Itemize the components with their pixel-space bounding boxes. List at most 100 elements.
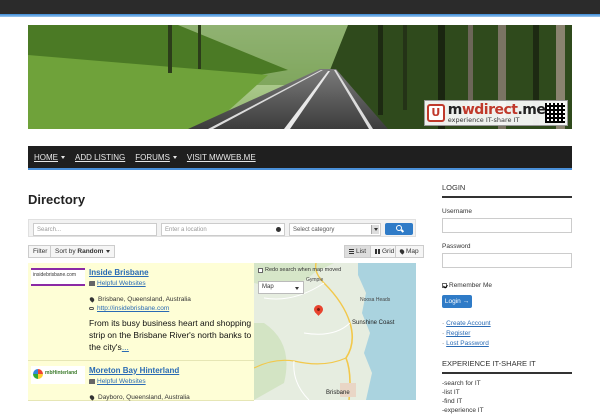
experience-item: -list IT [442,389,460,396]
thumbnail-text: insidebrisbane.com [33,272,77,278]
listing-thumbnail[interactable]: mbHinterland [31,366,85,384]
location-input-placeholder: Enter a location [165,227,207,233]
sort-by-dropdown[interactable]: Sort by Random [50,245,116,258]
category-select[interactable]: Select category [289,223,381,236]
sort-by-prefix: Sort by [55,248,78,255]
username-input[interactable] [442,218,572,233]
navbar-accent-line [28,168,572,170]
listing-category-link[interactable]: Helpful Websites [89,378,254,385]
logo-ring-icon [33,369,43,379]
redo-search-checkbox[interactable]: Redo search when map moved [258,267,341,273]
listing-title-link[interactable]: Moreton Bay Hinterland [89,366,254,375]
folder-icon [89,379,95,384]
password-label: Password [442,243,471,250]
nav-item-add-listing-label: ADD LISTING [75,152,126,162]
nav-item-visit-mwweb[interactable]: VISIT MWWEB.ME [187,153,256,162]
view-map-button[interactable]: Map [395,245,424,258]
qr-code-icon [545,103,565,123]
category-select-value: Select category [293,227,335,233]
read-more-link[interactable]: ... [122,342,129,352]
site-logo[interactable]: U mwdirect.me experience IT-share IT [424,100,568,126]
view-map-label: Map [406,248,419,255]
experience-item: -experience IT [442,407,484,414]
map-label-brisbane: Brisbane [326,390,350,396]
locate-me-icon[interactable] [276,227,281,232]
logo-mark-icon: U [427,104,445,122]
create-account-link[interactable]: Create Account [442,320,572,327]
thumbnail-text: mbHinterland [45,370,78,376]
header-banner-image: U mwdirect.me experience IT-share IT [28,25,572,129]
nav-item-visit-mwweb-label: VISIT MWWEB.ME [186,152,256,162]
caret-down-icon [61,155,65,159]
listing-category-label: Helpful Websites [97,378,146,385]
checkbox-icon [258,267,263,273]
checkbox-checked-icon [442,283,447,288]
sidebar: LOGIN Username Password Remember Me Logi… [442,183,572,414]
search-button[interactable] [385,223,413,235]
grid-icon [375,248,380,254]
map-type-dropdown[interactable]: Map [258,281,304,294]
view-list-label: List [356,248,367,255]
search-bar: Search... Enter a location Select catego… [28,219,416,237]
map-label-sunshine-coast: Sunshine Coast [352,320,395,326]
listing-title-link[interactable]: Inside Brisbane [89,268,254,277]
logo-name-part-3: .me [517,101,546,118]
remember-me-checkbox[interactable]: Remember Me [442,282,572,289]
list-item: insidebrisbane.com Inside Brisbane Helpf… [28,263,254,361]
experience-item: -find IT [442,398,463,405]
listing-body: Inside Brisbane Helpful Websites Brisban… [88,268,254,353]
caret-down-icon [295,287,299,290]
map-type-label: Map [262,284,274,290]
logo-name: mwdirect.me [448,103,546,117]
location-input[interactable]: Enter a location [161,223,285,236]
login-heading: LOGIN [442,183,572,198]
main-navbar: HOME ADD LISTING FORUMS VISIT MWWEB.ME [28,146,572,168]
redo-search-label: Redo search when map moved [265,267,342,273]
listing-address: Brisbane, Queensland, Australia [88,296,254,303]
listing-description-text: From its busy business heart and shoppin… [89,318,252,352]
logo-text: mwdirect.me experience IT-share IT [448,103,546,124]
search-icon [396,225,402,231]
username-label: Username [442,208,472,215]
link-icon [89,307,94,310]
listing-category-label: Helpful Websites [97,280,146,287]
filter-button[interactable]: Filter [28,245,53,258]
listing-results: insidebrisbane.com Inside Brisbane Helpf… [28,263,254,401]
map-marker-icon [88,296,96,303]
map-label-gympie: Gympie [306,277,324,283]
password-input[interactable] [442,253,572,268]
experience-it-heading: EXPERIENCE IT-SHARE IT [442,359,572,374]
experience-item: -search for IT [442,380,481,387]
listing-category-link[interactable]: Helpful Websites [89,280,254,287]
folder-icon [89,281,95,286]
nav-item-forums-label: FORUMS [135,152,170,162]
map-label-noosa: Noosa Heads [360,297,391,303]
keyword-search-input[interactable]: Search... [33,223,157,236]
register-link[interactable]: Register [442,330,572,337]
listing-thumbnail[interactable]: insidebrisbane.com [31,268,85,286]
listing-description: From its busy business heart and shoppin… [89,317,252,353]
listing-address-text: Brisbane, Queensland, Australia [98,296,191,303]
top-bar [0,0,600,14]
listing-toolbar: Filter Sort by Random List Grid Map [28,245,424,259]
remember-me-label: Remember Me [449,282,492,289]
logo-tagline: experience IT-share IT [447,115,520,124]
map-pin-icon [398,247,406,255]
nav-item-forums[interactable]: FORUMS [135,153,177,162]
lost-password-link[interactable]: Lost Password [442,340,572,347]
view-list-button[interactable]: List [344,245,372,258]
nav-item-home[interactable]: HOME [34,153,65,162]
nav-item-add-listing[interactable]: ADD LISTING [75,153,125,162]
listing-website-link[interactable]: http://insidebrisbane.com [89,305,254,312]
select-arrow-icon [371,225,379,234]
account-links: Create Account Register Lost Password [442,320,572,347]
listing-map[interactable]: Redo search when map moved Map Gympie No… [254,263,416,400]
listing-body: Moreton Bay Hinterland Helpful Websites … [88,366,254,401]
top-bar-accent [0,14,600,17]
page-title: Directory [28,192,86,207]
view-grid-label: Grid [382,248,395,255]
list-item: mbHinterland Moreton Bay Hinterland Help… [28,361,254,401]
login-button[interactable]: Login → [442,295,472,308]
listing-website-url: http://insidebrisbane.com [97,305,170,312]
sort-by-value: Random [77,248,104,255]
